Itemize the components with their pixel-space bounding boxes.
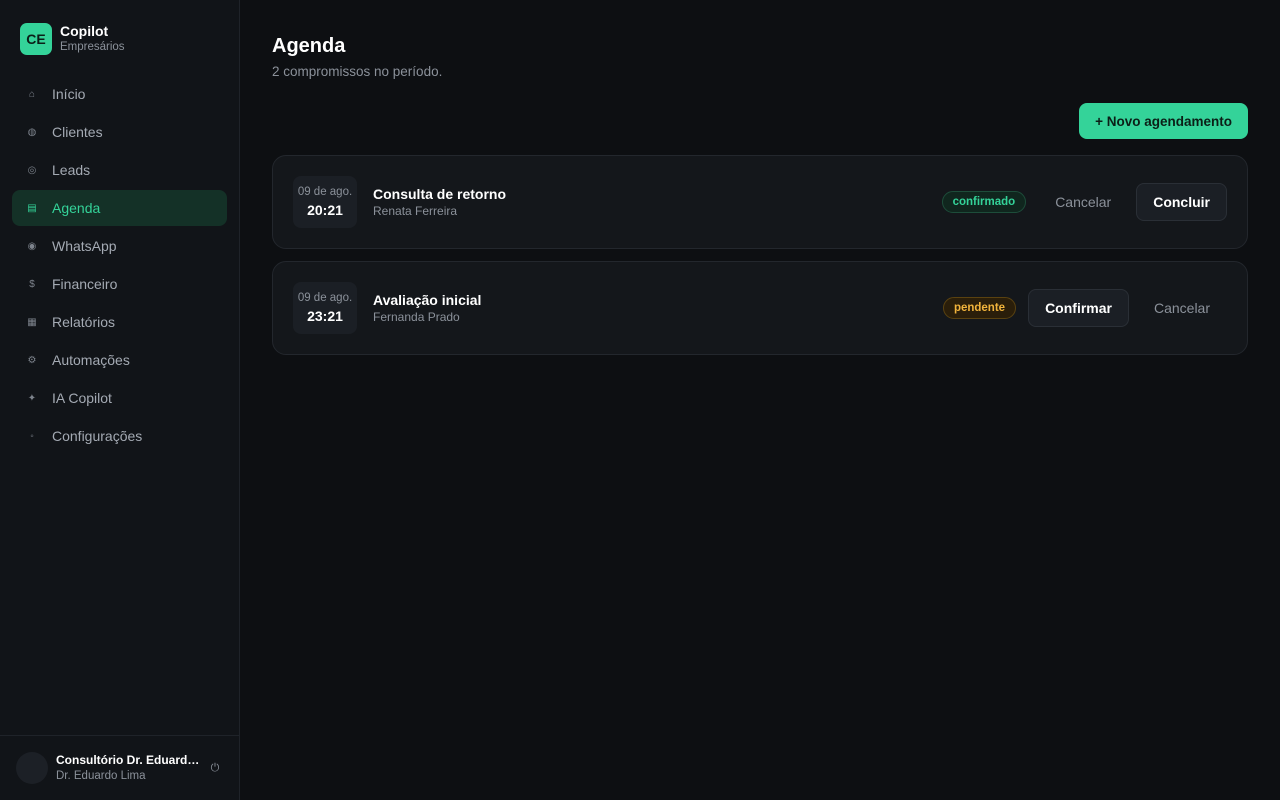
user-subtitle: Dr. Eduardo Lima [56, 770, 146, 782]
status-badge: pendente [942, 297, 1017, 319]
sparkle-icon: ✦ [27, 392, 37, 404]
sidebar-item-label: Automações [52, 352, 130, 368]
appointment-client: Renata Ferreira [373, 204, 458, 218]
cancel-button[interactable]: Cancelar [1137, 289, 1227, 327]
user-panel: Consultório Dr. Eduardo Lima Dr. Eduardo… [0, 735, 239, 800]
toolbar: + Novo agendamento [272, 103, 1248, 139]
avatar[interactable] [16, 752, 48, 784]
appointment-date-box: 09 de ago. 23:21 [293, 282, 357, 334]
page-title: Agenda [272, 35, 346, 57]
user-name: Consultório Dr. Eduardo Lima [56, 753, 201, 767]
sidebar-item-leads[interactable]: ◎ Leads [12, 152, 227, 188]
sidebar-item-label: Relatórios [52, 314, 116, 330]
appointment-client: Fernanda Prado [373, 310, 460, 324]
confirm-button[interactable]: Confirmar [1028, 289, 1129, 327]
report-icon: ▦ [27, 316, 37, 328]
sidebar-item-label: Configurações [52, 428, 143, 444]
clients-icon: ◍ [27, 126, 37, 138]
cancel-button[interactable]: Cancelar [1038, 183, 1128, 221]
sidebar-item-clientes[interactable]: ◍ Clientes [12, 114, 227, 150]
brand-subtitle: Empresários [60, 41, 125, 53]
page-subtitle: 2 compromissos no período. [272, 64, 443, 79]
sidebar-item-configuracoes[interactable]: ◦ Configurações [12, 418, 227, 454]
calendar-icon: ▤ [27, 202, 37, 214]
appointment-info: Avaliação inicial Fernanda Prado [373, 291, 943, 325]
appointment-date: 09 de ago. [297, 186, 353, 198]
sidebar-nav: ⌂ Início ◍ Clientes ◎ Leads ▤ Agenda ◉ W… [0, 76, 239, 454]
appointment-info: Consulta de retorno Renata Ferreira [373, 185, 942, 219]
new-appointment-button[interactable]: + Novo agendamento [1079, 103, 1248, 139]
appointment-card: 09 de ago. 20:21 Consulta de retorno Ren… [272, 155, 1248, 249]
sidebar: CE Copilot Empresários ⌂ Início ◍ Client… [0, 0, 240, 800]
user-text: Consultório Dr. Eduardo Lima Dr. Eduardo… [56, 752, 201, 784]
sidebar-item-whatsapp[interactable]: ◉ WhatsApp [12, 228, 227, 264]
target-icon: ◎ [27, 164, 37, 176]
sidebar-item-financeiro[interactable]: $ Financeiro [12, 266, 227, 302]
appointment-title: Consulta de retorno [373, 186, 507, 202]
main-content: Agenda 2 compromissos no período. + Novo… [240, 0, 1280, 800]
complete-button[interactable]: Concluir [1136, 183, 1227, 221]
gear-icon: ⚙ [27, 354, 37, 366]
appointment-date: 09 de ago. [297, 292, 353, 304]
appointment-title: Avaliação inicial [373, 292, 482, 308]
settings-icon: ◦ [30, 430, 34, 442]
sidebar-item-label: Clientes [52, 124, 103, 140]
home-icon: ⌂ [28, 88, 36, 100]
sidebar-item-relatorios[interactable]: ▦ Relatórios [12, 304, 227, 340]
appointment-date-box: 09 de ago. 20:21 [293, 176, 357, 228]
sidebar-item-label: Início [52, 86, 86, 102]
brand[interactable]: CE Copilot Empresários [0, 0, 239, 76]
sidebar-item-label: Leads [52, 162, 91, 178]
sidebar-item-label: WhatsApp [52, 238, 117, 254]
app-root: CE Copilot Empresários ⌂ Início ◍ Client… [0, 0, 1280, 800]
chat-icon: ◉ [27, 240, 37, 252]
status-badge: confirmado [941, 191, 1027, 213]
appointment-list: 09 de ago. 20:21 Consulta de retorno Ren… [272, 155, 1248, 355]
sidebar-item-label: IA Copilot [52, 390, 112, 406]
brand-name: Copilot [60, 23, 109, 39]
dollar-icon: $ [29, 278, 35, 290]
brand-logo: CE [20, 23, 52, 55]
sidebar-item-ia-copilot[interactable]: ✦ IA Copilot [12, 380, 227, 416]
sidebar-item-automacoes[interactable]: ⚙ Automações [12, 342, 227, 378]
brand-text: Copilot Empresários [60, 23, 125, 55]
appointment-time: 20:21 [307, 202, 343, 218]
sidebar-item-label: Agenda [52, 200, 101, 216]
sidebar-item-agenda[interactable]: ▤ Agenda [12, 190, 227, 226]
power-icon[interactable]: ⏻ [207, 762, 223, 775]
sidebar-item-inicio[interactable]: ⌂ Início [12, 76, 227, 112]
sidebar-item-label: Financeiro [52, 276, 118, 292]
appointment-time: 23:21 [307, 308, 343, 324]
appointment-card: 09 de ago. 23:21 Avaliação inicial Ferna… [272, 261, 1248, 355]
